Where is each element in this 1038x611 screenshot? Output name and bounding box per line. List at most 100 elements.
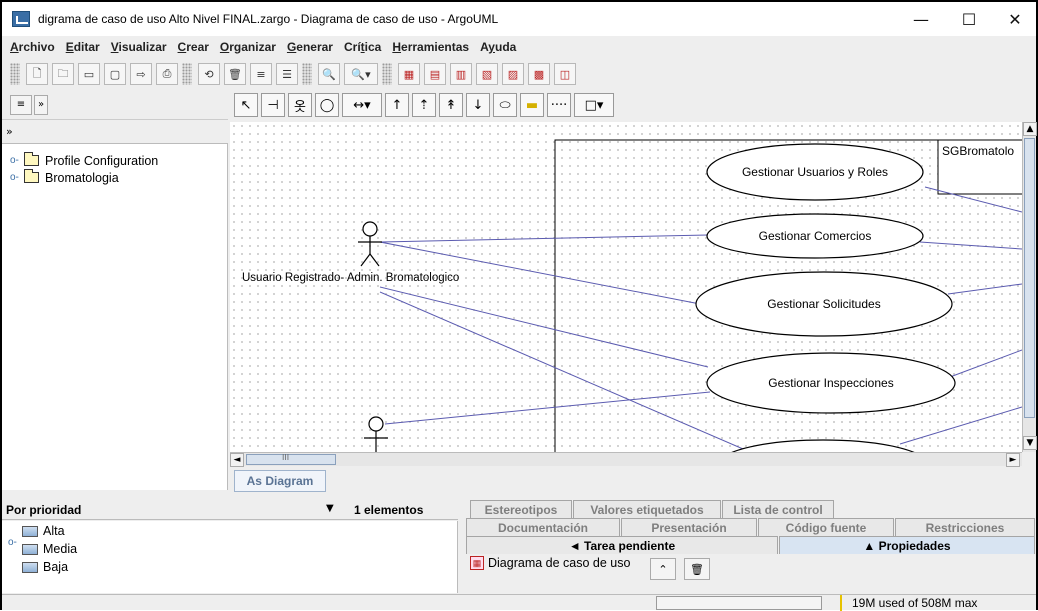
undo-icon[interactable]: ⟲ xyxy=(198,63,220,85)
menu-herramientas[interactable]: Herramientas xyxy=(392,40,469,54)
tree-item-label: Bromatologia xyxy=(45,170,119,185)
open-project-icon[interactable]: 🗀 xyxy=(52,63,74,85)
todo-sort-select[interactable]: Por prioridad xyxy=(6,503,81,517)
tab-estereotipos[interactable]: Estereotipos xyxy=(470,500,572,518)
usecase-ellipse[interactable]: Gestionar Inspecciones xyxy=(706,352,956,414)
ellipse-shape-icon[interactable]: ⬭ xyxy=(493,93,517,117)
tab-presentacion[interactable]: Presentación xyxy=(621,518,757,536)
usecase-tool-icon[interactable]: ◯ xyxy=(315,93,339,117)
print-icon[interactable]: ⎙ xyxy=(156,63,178,85)
menu-critica[interactable]: Crítica xyxy=(344,40,381,54)
activity-diagram-icon[interactable]: ▧ xyxy=(476,63,498,85)
association-tool-icon[interactable]: ↔▾ xyxy=(342,93,382,117)
actor-label[interactable]: Usuario Registrado- Admin. Bromatologico xyxy=(242,272,459,284)
generalization-tool-icon[interactable]: ⇡ xyxy=(412,93,436,117)
scroll-up-icon[interactable]: ▲ xyxy=(1023,122,1037,136)
association-line[interactable] xyxy=(919,241,1022,250)
state-diagram-icon[interactable]: ▥ xyxy=(450,63,472,85)
menu-archivo[interactable]: Archivo xyxy=(10,40,55,54)
association-line[interactable] xyxy=(379,286,709,368)
scroll-down-icon[interactable]: ▼ xyxy=(1023,436,1037,450)
tree-item-profile[interactable]: o- Profile Configuration xyxy=(10,152,158,169)
new-project-icon[interactable]: 🗋 xyxy=(26,63,48,85)
association-line[interactable] xyxy=(949,349,1022,378)
toolbar-grip[interactable] xyxy=(382,63,392,85)
close-button[interactable]: ✕ xyxy=(992,2,1038,36)
find-icon[interactable]: 🔍 xyxy=(318,63,340,85)
include-tool-icon[interactable]: ↓ xyxy=(466,93,490,117)
tab-as-diagram[interactable]: As Diagram xyxy=(234,470,326,492)
menu-visualizar[interactable]: Visualizar xyxy=(111,40,167,54)
extend-tool-icon[interactable]: ↟ xyxy=(439,93,463,117)
tab-propiedades[interactable]: ▲ Propiedades xyxy=(779,536,1035,554)
actor-tool-icon[interactable]: 옷 xyxy=(288,93,312,117)
minimize-button[interactable]: — xyxy=(898,2,944,36)
association-line[interactable] xyxy=(899,406,1022,445)
maximize-button[interactable]: ☐ xyxy=(946,2,992,36)
toolbar-grip[interactable] xyxy=(182,63,192,85)
association-line[interactable] xyxy=(947,283,1022,295)
rectangle-tool-icon[interactable]: □▾ xyxy=(574,93,614,117)
tree-item-bromatologia[interactable]: o- Bromatologia xyxy=(10,169,158,186)
usecase-ellipse[interactable]: Gestionar Comercios xyxy=(706,213,924,259)
sequence-diagram-icon[interactable]: ◫ xyxy=(554,63,576,85)
tree-handle-icon[interactable]: o- xyxy=(10,155,24,166)
priority-item-media[interactable]: Media xyxy=(22,541,77,557)
horizontal-scrollbar[interactable]: ◄ III ► xyxy=(230,452,1022,467)
properties-icon[interactable]: ☰ xyxy=(276,63,298,85)
usecase-ellipse[interactable]: Gestionar Solicitudes xyxy=(695,271,953,337)
delete-icon[interactable]: 🗑 xyxy=(224,63,246,85)
menu-ayuda[interactable]: Ayuda xyxy=(480,40,516,54)
broom-tool-icon[interactable]: ⊣ xyxy=(261,93,285,117)
go-up-icon[interactable]: ⌃ xyxy=(650,558,676,580)
delete-icon[interactable]: 🗑 xyxy=(684,558,710,580)
priority-item-baja[interactable]: Baja xyxy=(22,559,68,575)
menu-editar[interactable]: Editar xyxy=(66,40,100,54)
vertical-scroll-thumb[interactable] xyxy=(1024,138,1035,418)
tab-valores-etiquetados[interactable]: Valores etiquetados xyxy=(573,500,721,518)
collaboration-diagram-icon[interactable]: ▨ xyxy=(502,63,524,85)
usecase-ellipse[interactable]: Gestionar Usuarios y Roles xyxy=(706,143,924,201)
scroll-left-icon[interactable]: ◄ xyxy=(230,453,244,467)
collapse-toggle[interactable]: » xyxy=(6,125,13,138)
tab-restricciones[interactable]: Restricciones xyxy=(895,518,1035,536)
usecase-ellipse[interactable] xyxy=(719,439,927,452)
chevron-down-icon[interactable]: ▼ xyxy=(326,503,334,514)
menu-organizar[interactable]: Organizar xyxy=(220,40,276,54)
line-tool-icon[interactable]: ···· xyxy=(547,93,571,117)
save-project-icon[interactable]: ▭ xyxy=(78,63,100,85)
tab-codigo-fuente[interactable]: Código fuente xyxy=(758,518,894,536)
association-line[interactable] xyxy=(379,234,709,243)
tab-documentacion[interactable]: Documentación xyxy=(466,518,620,536)
note-tool-icon[interactable]: ▬ xyxy=(520,93,544,117)
navigate-icon[interactable]: ≡ xyxy=(250,63,272,85)
export-icon[interactable]: ⇨ xyxy=(130,63,152,85)
zoom-icon[interactable]: 🔍▾ xyxy=(344,63,378,85)
actor-figure[interactable] xyxy=(364,416,388,452)
tab-tarea-pendiente[interactable]: ◄ Tarea pendiente xyxy=(466,536,778,554)
tree-handle-icon[interactable]: o- xyxy=(10,172,24,183)
toolbar-grip[interactable] xyxy=(302,63,312,85)
usecase-diagram-icon[interactable]: ▤ xyxy=(424,63,446,85)
association-line[interactable] xyxy=(384,391,711,425)
menu-crear[interactable]: Crear xyxy=(178,40,209,54)
priority-item-alta[interactable]: Alta xyxy=(22,523,65,539)
expand-icon[interactable]: » xyxy=(34,94,48,115)
actor-figure[interactable] xyxy=(358,221,382,267)
perspective-icon[interactable]: ≡ xyxy=(10,94,32,115)
menu-generar[interactable]: Generar xyxy=(287,40,333,54)
horizontal-scroll-thumb[interactable] xyxy=(246,454,336,465)
vertical-scrollbar[interactable]: ▲ ▼ xyxy=(1022,122,1037,452)
tree-handle-icon[interactable]: o- xyxy=(8,537,17,548)
save-as-icon[interactable]: ▢ xyxy=(104,63,126,85)
diagram-canvas[interactable]: SGBromatolo Usuario Registrado- Admin. B… xyxy=(230,122,1022,452)
select-tool-icon[interactable]: ↖ xyxy=(234,93,258,117)
association-line[interactable] xyxy=(379,291,751,452)
toolbar-grip[interactable] xyxy=(10,63,20,85)
selected-element[interactable]: ▦ Diagrama de caso de uso xyxy=(470,556,630,570)
class-diagram-icon[interactable]: ▦ xyxy=(398,63,420,85)
tab-lista-de-control[interactable]: Lista de control xyxy=(722,500,834,518)
scroll-right-icon[interactable]: ► xyxy=(1006,453,1020,467)
dependency-tool-icon[interactable]: ↑ xyxy=(385,93,409,117)
deployment-diagram-icon[interactable]: ▩ xyxy=(528,63,550,85)
